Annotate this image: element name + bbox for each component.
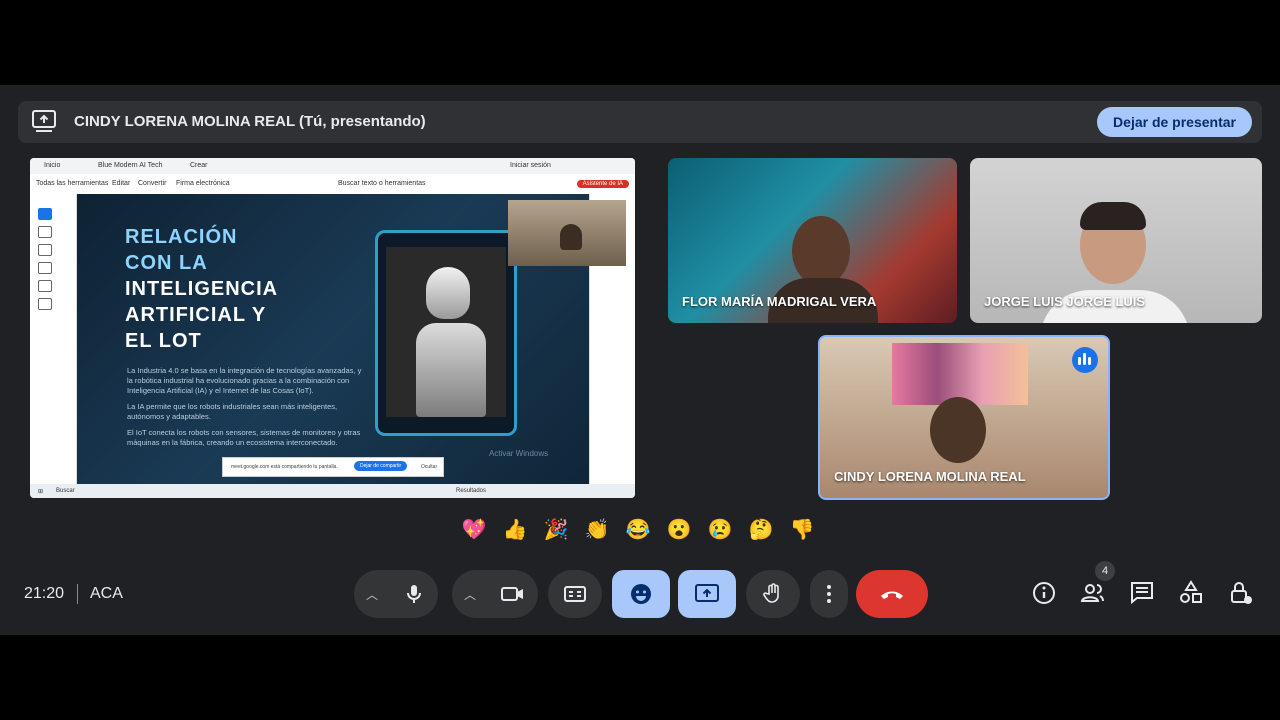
pdf-tool-rail — [30, 194, 77, 484]
shared-screen: Inicio Blue Modern AI Tech Crear Iniciar… — [30, 158, 635, 498]
more-options-button[interactable] — [810, 570, 848, 618]
browser-tab[interactable]: Inicio — [44, 162, 60, 169]
meeting-clock: 21:20 — [24, 585, 65, 602]
reactions-button[interactable] — [612, 570, 670, 618]
hide-notice-link[interactable]: Ocultar — [421, 464, 437, 470]
reaction-party[interactable]: 🎉 — [539, 513, 573, 547]
slide-body-text: La Industria 4.0 se basa en la integraci… — [127, 366, 362, 447]
camera-options-chevron-icon[interactable]: ︿ — [464, 586, 476, 603]
camera-control-group: ︿ — [452, 570, 538, 618]
pdf-menu-bar: Todas las herramientas Editar Convertir … — [30, 174, 635, 195]
reaction-thumbs-up[interactable]: 👍 — [498, 513, 532, 547]
stamp-tool-icon[interactable] — [38, 298, 52, 310]
participant-name: JORGE LUIS JORGE LUIS — [984, 294, 1146, 309]
robot-head — [426, 267, 470, 319]
participant-tile-active-speaker[interactable]: CINDY LORENA MOLINA REAL — [818, 335, 1110, 500]
screen-share-notice: meet.google.com está compartiendo tu pan… — [222, 457, 444, 477]
people-icon[interactable] — [1080, 580, 1106, 606]
captions-icon — [564, 586, 586, 602]
participant-tile[interactable]: FLOR MARÍA MADRIGAL VERA — [668, 158, 957, 323]
slide-title: INTELIGENCIA ARTIFICIAL Y EL LOT — [125, 278, 279, 352]
wall-painting — [892, 343, 1028, 405]
pip-person — [560, 224, 582, 250]
menu-item[interactable]: Editar — [112, 180, 130, 187]
text-tool-icon[interactable] — [38, 280, 52, 292]
hang-up-icon — [881, 591, 903, 599]
windows-taskbar: ⊞ Buscar Resultados — [30, 484, 635, 498]
menu-item[interactable]: Firma electrónica — [176, 180, 230, 187]
emoji-icon — [631, 584, 651, 604]
menu-item[interactable]: Todas las herramientas — [36, 180, 108, 187]
camera-icon[interactable] — [500, 582, 526, 606]
meeting-info-icon[interactable] — [1031, 580, 1057, 606]
pen-tool-icon[interactable] — [38, 244, 52, 256]
search-tools-field[interactable]: Buscar texto o herramientas — [338, 180, 426, 187]
footer-divider — [77, 584, 78, 604]
hand-icon — [763, 583, 779, 603]
stop-sharing-button[interactable]: Dejar de compartir — [354, 461, 408, 471]
reaction-thinking[interactable]: 🤔 — [744, 513, 778, 547]
zoom-tool-icon[interactable] — [38, 226, 52, 238]
slide-title-highlight: RELACIÓN CON LA — [125, 226, 238, 274]
participant-tile[interactable]: JORGE LUIS JORGE LUIS — [970, 158, 1262, 323]
self-view-pip — [508, 200, 626, 266]
chat-icon[interactable] — [1129, 580, 1155, 606]
participant-video — [792, 216, 850, 286]
browser-tab[interactable]: Crear — [190, 162, 208, 169]
meeting-code[interactable]: ACA — [90, 585, 123, 603]
captions-button[interactable] — [548, 570, 602, 618]
reaction-surprised[interactable]: 😮 — [662, 513, 696, 547]
people-count-badge: 4 — [1095, 561, 1115, 581]
host-controls-lock-icon[interactable] — [1228, 580, 1254, 606]
presenting-banner: CINDY LORENA MOLINA REAL (Tú, presentand… — [18, 101, 1262, 143]
microphone-icon[interactable] — [402, 582, 426, 606]
mic-control-group: ︿ — [354, 570, 438, 618]
select-tool-icon[interactable] — [38, 208, 52, 220]
browser-tab-strip: Inicio Blue Modern AI Tech Crear Iniciar… — [30, 158, 635, 174]
participant-name: CINDY LORENA MOLINA REAL — [834, 469, 1026, 484]
mic-options-chevron-icon[interactable]: ︿ — [366, 586, 378, 603]
more-vert-icon — [827, 585, 831, 603]
browser-tab[interactable]: Blue Modern AI Tech — [98, 162, 162, 169]
raise-hand-button[interactable] — [746, 570, 800, 618]
present-now-button[interactable] — [678, 570, 736, 618]
leave-call-button[interactable] — [856, 570, 928, 618]
activities-icon[interactable] — [1178, 580, 1204, 606]
reaction-heart[interactable]: 💖 — [457, 513, 491, 547]
taskbar-results: Resultados — [456, 488, 487, 494]
robot-body — [416, 323, 486, 417]
speaking-indicator-icon — [1072, 347, 1098, 373]
reaction-laugh[interactable]: 😂 — [621, 513, 655, 547]
reaction-clap[interactable]: 👏 — [580, 513, 614, 547]
windows-start-icon[interactable]: ⊞ — [38, 488, 43, 495]
robot-image — [375, 230, 517, 436]
present-screen-icon — [32, 110, 56, 132]
participant-name: FLOR MARÍA MADRIGAL VERA — [682, 294, 877, 309]
sign-in-link[interactable]: Iniciar sesión — [510, 162, 551, 169]
stop-presenting-button[interactable]: Dejar de presentar — [1097, 107, 1252, 137]
reaction-sad[interactable]: 😢 — [703, 513, 737, 547]
meeting-stage: CINDY LORENA MOLINA REAL (Tú, presentand… — [0, 85, 1280, 635]
ai-assistant-button[interactable]: Asistente de IA — [576, 180, 629, 188]
menu-item[interactable]: Convertir — [138, 180, 166, 187]
presenter-label: CINDY LORENA MOLINA REAL (Tú, presentand… — [74, 113, 426, 130]
participant-video — [930, 397, 986, 463]
reaction-thumbs-down[interactable]: 👎 — [785, 513, 819, 547]
windows-watermark: Activar Windows — [489, 449, 549, 458]
present-screen-icon — [695, 584, 719, 602]
draw-tool-icon[interactable] — [38, 262, 52, 274]
taskbar-search[interactable]: Buscar — [56, 488, 75, 494]
